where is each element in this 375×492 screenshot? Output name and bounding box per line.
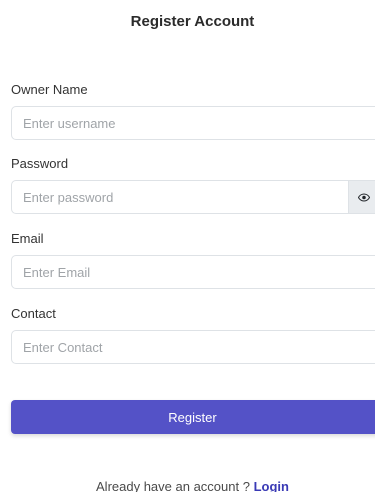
contact-field-wrapper [11, 330, 375, 364]
email-input[interactable] [12, 256, 375, 288]
owner-name-input[interactable] [12, 107, 375, 139]
password-input[interactable] [12, 181, 348, 213]
password-field-wrapper [11, 180, 349, 214]
toggle-password-button[interactable] [349, 180, 375, 214]
login-prompt: Already have an account ? Login [0, 479, 375, 492]
login-prompt-text: Already have an account ? [96, 479, 250, 492]
email-label: Email [11, 231, 44, 246]
login-link[interactable]: Login [254, 479, 289, 492]
contact-input[interactable] [12, 331, 375, 363]
password-label: Password [11, 156, 69, 171]
page-title: Register Account [130, 13, 255, 30]
contact-label: Contact [11, 306, 56, 321]
owner-name-label: Owner Name [11, 82, 88, 97]
register-button[interactable]: Register [11, 400, 375, 434]
eye-icon [357, 192, 370, 202]
owner-name-field-wrapper [11, 106, 375, 140]
email-field-wrapper [11, 255, 375, 289]
register-page: Register Account Owner Name Password Ema… [0, 0, 375, 492]
